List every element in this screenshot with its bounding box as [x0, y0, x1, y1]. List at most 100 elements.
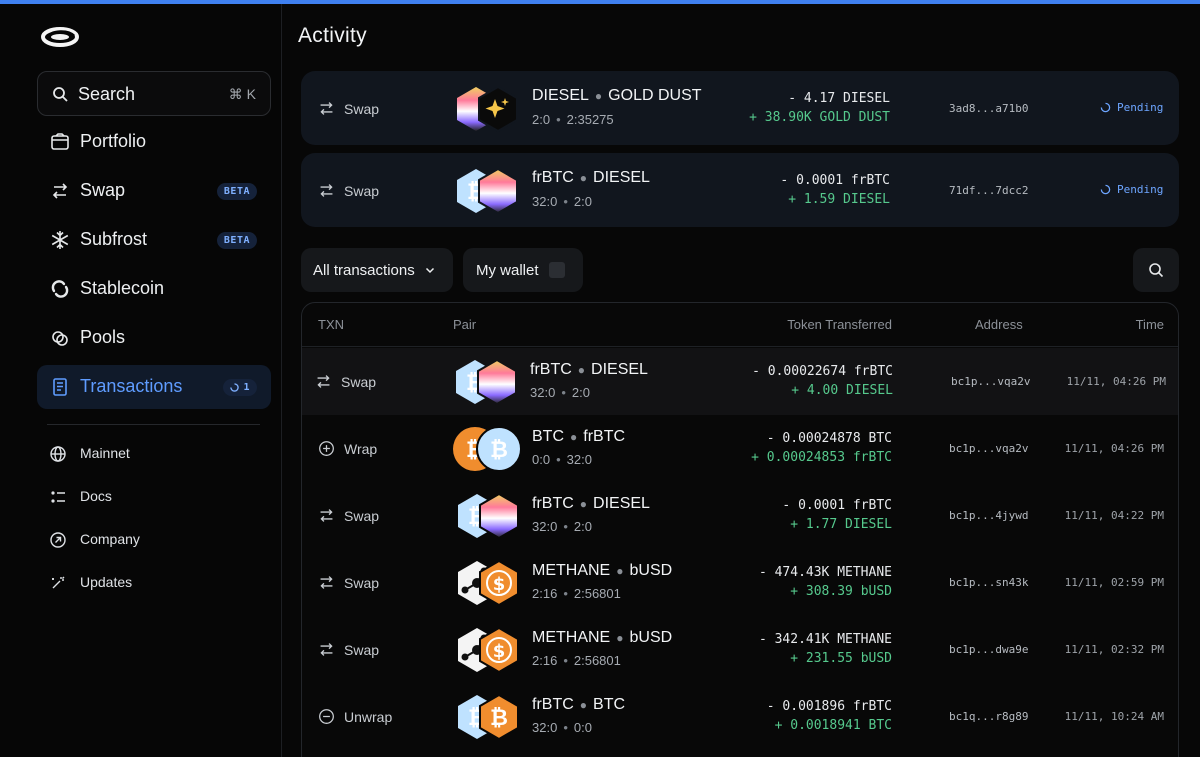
address[interactable]: bc1p...vqa2v	[951, 375, 1030, 388]
sidebar-item-label: Pools	[80, 327, 126, 347]
token-a-id: 32:0	[532, 519, 558, 534]
sidebar-item-pools[interactable]: Pools	[37, 316, 271, 360]
updates-icon	[52, 576, 65, 589]
token-b: GOLD DUST	[608, 87, 702, 104]
transactions-table: TXN Pair Token Transferred Address Time …	[301, 302, 1179, 757]
txn-type-label: Swap	[344, 574, 380, 591]
diesel-token-icon	[477, 359, 517, 405]
token-transferred: - 0.00024878 BTC + 0.00024853 frBTC	[751, 429, 892, 467]
txn-type: Swap	[318, 507, 379, 524]
token-a-id: 2:0	[532, 112, 551, 127]
frbtc-token-icon: ₿	[476, 426, 522, 472]
txn-type-label: Swap	[344, 100, 380, 117]
token-transferred: - 342.41K METHANE + 231.55 bUSD	[759, 630, 892, 668]
sidebar-item-portfolio[interactable]: Portfolio	[37, 120, 271, 164]
pending-count-badge: 1	[223, 379, 257, 396]
dot-separator: ●	[616, 631, 624, 645]
dot-separator: ●	[579, 698, 588, 712]
token-a-id: 0:0	[532, 452, 551, 467]
gold-dust-token-icon	[478, 86, 518, 132]
txn-type-label: Wrap	[344, 440, 378, 457]
table-row[interactable]: Wrap ₿ ₿ BTC ● frBTC 0:0 • 32:0 - 0.00024878…	[302, 415, 1178, 482]
txn-type: Swap	[318, 641, 379, 658]
token-b: DIESEL	[593, 495, 650, 512]
pending-transaction-card[interactable]: Swap DIESEL ● GOLD DUST 2:0 • 2:35275 - 4.17…	[301, 71, 1179, 145]
table-row[interactable]: Swap ₿ frBTC ● DIESEL 32:0 • 2:0 - 0.0001 fr…	[302, 482, 1178, 549]
dot-separator: •	[561, 385, 566, 400]
sidebar-divider	[47, 424, 260, 425]
dot-separator: ●	[579, 497, 588, 511]
sidebar-item-company[interactable]: Company	[49, 529, 249, 553]
app-logo[interactable]	[40, 26, 80, 48]
amount-in: + 1.77 DIESEL	[790, 517, 892, 532]
token-a-id: 32:0	[530, 385, 556, 400]
my-wallet-label: My wallet	[476, 261, 539, 279]
sidebar-item-swap[interactable]: Swap BETA	[37, 169, 271, 213]
busd-token-icon: $	[479, 560, 519, 606]
token-a-id: 32:0	[532, 720, 558, 735]
sidebar-item-updates[interactable]: Updates	[49, 572, 249, 596]
transactions-filter-dropdown[interactable]: All transactions	[301, 248, 453, 292]
dot-separator: •	[556, 112, 561, 127]
token-b-id: 2:56801	[573, 586, 621, 601]
txn-type-label: Swap	[341, 373, 377, 390]
pair-ids: 0:0 • 32:0	[532, 452, 592, 467]
dot-separator: ●	[570, 430, 578, 444]
sidebar-item-label: Subfrost	[80, 229, 148, 249]
my-wallet-checkbox[interactable]	[548, 262, 565, 278]
header-time: Time	[1135, 317, 1164, 332]
dot-separator: •	[563, 586, 568, 601]
txn-type: Unwrap	[318, 708, 392, 725]
address[interactable]: 71df...7dcc2	[949, 184, 1028, 197]
address[interactable]: 3ad8...a71b0	[949, 102, 1028, 115]
address[interactable]: bc1p...vqa2v	[949, 442, 1028, 455]
sidebar-item-mainnet[interactable]: Mainnet	[49, 443, 249, 467]
sidebar-item-label: Swap	[80, 180, 126, 200]
address[interactable]: bc1p...dwa9e	[949, 643, 1028, 656]
txn-type-label: Swap	[344, 182, 380, 199]
swap-icon	[317, 375, 330, 388]
sidebar-item-subfrost[interactable]: Subfrost BETA	[37, 218, 271, 262]
chevron-down-icon	[425, 267, 434, 274]
table-row[interactable]: Swap $ METHANE ● bUSD 2:16 • 2:56801 - 474.4…	[302, 549, 1178, 616]
search-transactions-button[interactable]	[1133, 248, 1179, 292]
my-wallet-toggle[interactable]: My wallet	[463, 248, 583, 292]
address[interactable]: bc1q...r8g89	[949, 710, 1028, 723]
dot-separator: •	[563, 519, 568, 534]
dot-separator: ●	[579, 171, 588, 185]
table-row[interactable]: Unwrap ₿ ₿ frBTC ● BTC 32:0 • 0:0 - 0.001896…	[302, 683, 1178, 750]
token-transferred: - 474.43K METHANE + 308.39 bUSD	[759, 563, 892, 601]
token-a: DIESEL	[532, 87, 589, 104]
token-b: bUSD	[629, 629, 673, 646]
table-row[interactable]: Swap ₿ frBTC ● DIESEL 32:0 • 2:0 - 0.0002267…	[302, 348, 1178, 415]
sidebar-search[interactable]: Search ⌘ K	[37, 71, 271, 116]
pending-transaction-card[interactable]: Swap ₿ frBTC ● DIESEL 32:0 • 2:0 - 0.0001 fr…	[301, 153, 1179, 227]
sidebar-item-docs[interactable]: Docs	[49, 486, 249, 510]
pending-status: Pending	[1100, 183, 1163, 196]
amount-in: + 231.55 bUSD	[790, 651, 892, 666]
token-a: frBTC	[530, 361, 572, 378]
pair-ids: 32:0 • 2:0	[532, 194, 592, 209]
header-txn: TXN	[318, 317, 344, 332]
pair-name: frBTC ● BTC	[532, 696, 625, 714]
amount-out: - 0.001896 frBTC	[766, 699, 892, 714]
pools-icon	[52, 331, 68, 346]
wrap-icon	[319, 441, 334, 456]
address[interactable]: bc1p...sn43k	[949, 576, 1028, 589]
table-row[interactable]: Swap $ METHANE ● bUSD 2:16 • 2:56801 - 342.4…	[302, 616, 1178, 683]
spinner-icon	[1100, 102, 1111, 113]
dot-separator: •	[556, 452, 561, 467]
pair-name: METHANE ● bUSD	[532, 629, 672, 647]
search-icon	[1149, 263, 1164, 278]
sidebar-item-transactions[interactable]: Transactions 1	[37, 365, 271, 409]
sidebar-item-label: Mainnet	[80, 445, 130, 461]
pair-ids: 2:0 • 2:35275	[532, 112, 614, 127]
btc-token-icon: ₿	[479, 694, 519, 740]
timestamp: 11/11, 04:26 PM	[1066, 375, 1166, 388]
txn-type-label: Unwrap	[344, 708, 393, 725]
dot-separator: •	[563, 720, 568, 735]
dot-separator: ●	[616, 564, 624, 578]
sidebar-item-stablecoin[interactable]: Stablecoin	[37, 267, 271, 311]
address[interactable]: bc1p...4jywd	[949, 509, 1028, 522]
token-b-id: 2:0	[573, 519, 592, 534]
